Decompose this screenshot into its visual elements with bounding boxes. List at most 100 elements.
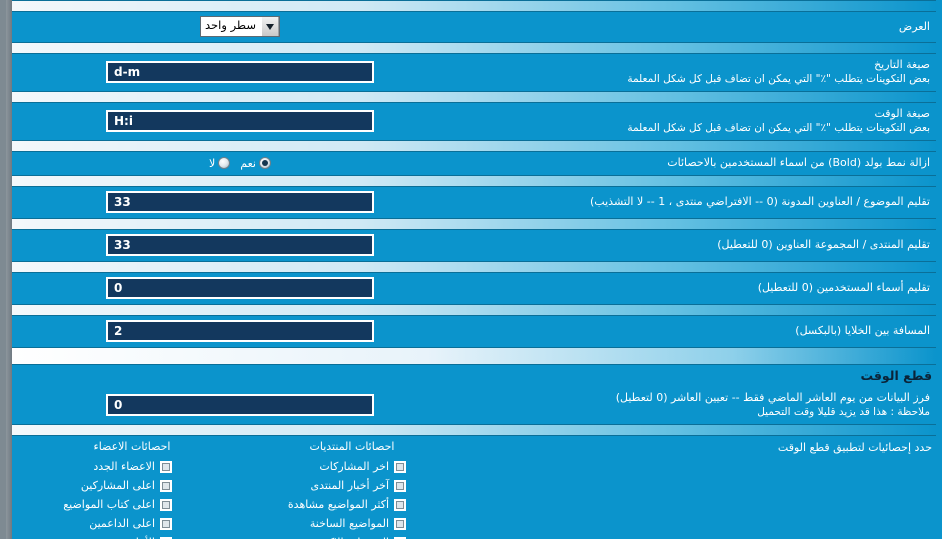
cellspacing-input[interactable] [106, 320, 374, 342]
list-item-label: اعلى كتاب المواضيع [63, 498, 155, 511]
checkbox-icon[interactable] [394, 517, 406, 530]
checkbox-icon[interactable] [160, 498, 172, 511]
list-item-label: اخر المشاركات [319, 460, 389, 473]
divider-4 [10, 175, 936, 187]
checkbox-icon[interactable] [160, 517, 172, 530]
divider-2 [10, 91, 936, 103]
time-format-label-block: صيغة الوقت بعض التكوينات يتطلب "٪" التي … [460, 107, 932, 135]
time-cut-input[interactable] [106, 394, 374, 416]
display-mode-label-block: العرض [460, 20, 932, 34]
trim-topic-label: تقليم الموضوع / العناوين المدونة (0 -- ا… [590, 195, 930, 208]
radio-unselected-icon[interactable] [218, 157, 231, 169]
cellspacing-row: المسافة بين الخلايا (بالبكسل) [6, 316, 942, 347]
time-format-hint: بعض التكوينات يتطلب "٪" التي يمكن ان تضا… [627, 122, 930, 134]
settings-page: العرض سطر واحد صيغة التاريخ بعض التكوينا… [0, 0, 942, 539]
remove-bold-label-block: ازالة نمط بولد (Bold) من اسماء المستخدمي… [460, 156, 932, 170]
remove-bold-radio-group: نعم لا [209, 157, 271, 170]
divider-1 [10, 42, 936, 54]
date-format-input[interactable] [106, 61, 374, 83]
radio-selected-icon[interactable] [259, 157, 271, 169]
cellspacing-label-block: المسافة بين الخلايا (بالبكسل) [460, 324, 932, 338]
trim-topic-control [20, 191, 460, 213]
time-cut-section-title: قطع الوقت [860, 368, 932, 383]
divider-section [10, 347, 936, 365]
list-item-label: الاعضاء الجدد [93, 460, 155, 473]
stats-selection-block: حدد إحصائيات لتطبيق قطع الوقت احصائات ال… [6, 436, 942, 539]
divider-8 [10, 424, 936, 436]
checkbox-icon[interactable] [394, 498, 406, 511]
time-format-input[interactable] [106, 110, 374, 132]
list-item-label: أكثر المواضيع مشاهدة [287, 498, 389, 511]
divider-top [10, 0, 936, 12]
trim-topic-row: تقليم الموضوع / العناوين المدونة (0 -- ا… [6, 187, 942, 218]
time-cut-hint-line2: ملاحظة : هذا قد يزيد قليلا وقت التحميل [757, 406, 930, 418]
list-item[interactable]: اعلى كتاب المواضيع [22, 495, 242, 514]
date-format-label-block: صيغة التاريخ بعض التكوينات يتطلب "٪" الت… [460, 58, 932, 86]
time-cut-label-block: فرز البيانات من يوم العاشر الماضي فقط --… [460, 391, 932, 419]
list-item-label: اعلى المشاركين [80, 479, 155, 492]
trim-forum-control [20, 234, 460, 256]
list-item[interactable]: المواضيع الساخنة [242, 514, 462, 533]
list-item[interactable]: الأعلى تقييم [22, 533, 242, 539]
divider-7 [10, 304, 936, 316]
trim-forum-label: تقليم المنتدى / المجموعة العناوين (0 للت… [717, 238, 930, 251]
member-stats-title: احصائات الاعضاء [93, 440, 171, 453]
remove-bold-yes-label: نعم [240, 156, 256, 170]
remove-bold-label: ازالة نمط بولد (Bold) من اسماء المستخدمي… [667, 156, 930, 169]
remove-bold-row: ازالة نمط بولد (Bold) من اسماء المستخدمي… [6, 152, 942, 175]
list-item[interactable]: اعلى المشاركين [22, 476, 242, 495]
time-format-row: صيغة الوقت بعض التكوينات يتطلب "٪" التي … [6, 103, 942, 140]
trim-username-control [20, 277, 460, 299]
remove-bold-no-option[interactable]: لا [209, 156, 231, 170]
trim-forum-input[interactable] [106, 234, 374, 256]
display-mode-select-value: سطر واحد [201, 17, 262, 36]
trim-username-label-block: تقليم أسماء المستخدمين (0 للتعطيل) [460, 281, 932, 295]
member-stats-column: احصائات الاعضاء الاعضاء الجدد اعلى المشا… [22, 440, 242, 539]
chevron-down-icon[interactable] [261, 17, 279, 36]
trim-topic-input[interactable] [106, 191, 374, 213]
remove-bold-no-label: لا [209, 156, 216, 170]
display-mode-control: سطر واحد [20, 16, 460, 37]
list-item[interactable]: اعلى الداعمين [22, 514, 242, 533]
trim-username-input[interactable] [106, 277, 374, 299]
list-item[interactable]: الاعضاء الجدد [22, 457, 242, 476]
remove-bold-yes-option[interactable]: نعم [240, 157, 271, 170]
date-format-hint: بعض التكوينات يتطلب "٪" التي يمكن ان تضا… [627, 73, 930, 85]
date-format-control [20, 61, 460, 83]
time-cut-hint-line1: فرز البيانات من يوم العاشر الماضي فقط --… [615, 391, 930, 404]
list-item[interactable]: آخر أخبار المنتدى [242, 476, 462, 495]
list-item[interactable]: اخر المشاركات [242, 457, 462, 476]
divider-6 [10, 261, 936, 273]
list-item[interactable]: المنتديات الاكثر شعبية [242, 533, 462, 539]
time-cut-control [20, 394, 460, 416]
display-mode-row: العرض سطر واحد [6, 12, 942, 42]
time-format-control [20, 110, 460, 132]
list-item-label: آخر أخبار المنتدى [310, 479, 389, 492]
display-mode-label: العرض [898, 19, 930, 33]
checkbox-icon[interactable] [394, 479, 406, 492]
checkbox-icon[interactable] [160, 460, 172, 473]
checkbox-icon[interactable] [394, 460, 406, 473]
time-cut-row: فرز البيانات من يوم العاشر الماضي فقط --… [6, 387, 942, 424]
checkbox-icon[interactable] [160, 479, 172, 492]
display-mode-select[interactable]: سطر واحد [200, 16, 280, 37]
stats-selection-heading: حدد إحصائيات لتطبيق قطع الوقت [777, 441, 932, 454]
cellspacing-label: المسافة بين الخلايا (بالبكسل) [795, 324, 930, 337]
forum-stats-column: احصائات المنتديات اخر المشاركات آخر أخبا… [242, 440, 462, 539]
remove-bold-control: نعم لا [20, 157, 460, 170]
trim-username-row: تقليم أسماء المستخدمين (0 للتعطيل) [6, 273, 942, 304]
forum-stats-title: احصائات المنتديات [309, 440, 395, 453]
cellspacing-control [20, 320, 460, 342]
divider-3 [10, 140, 936, 152]
trim-forum-row: تقليم المنتدى / المجموعة العناوين (0 للت… [6, 230, 942, 261]
window-left-gutter [6, 0, 12, 539]
list-item-label: المواضيع الساخنة [309, 517, 389, 530]
list-item-label: اعلى الداعمين [89, 517, 155, 530]
date-format-row: صيغة التاريخ بعض التكوينات يتطلب "٪" الت… [6, 54, 942, 91]
trim-username-label: تقليم أسماء المستخدمين (0 للتعطيل) [757, 281, 930, 294]
list-item[interactable]: أكثر المواضيع مشاهدة [242, 495, 462, 514]
time-format-label: صيغة الوقت [874, 107, 930, 120]
trim-forum-label-block: تقليم المنتدى / المجموعة العناوين (0 للت… [460, 238, 932, 252]
time-cut-section-header: قطع الوقت [6, 365, 942, 387]
date-format-label: صيغة التاريخ [874, 58, 930, 71]
